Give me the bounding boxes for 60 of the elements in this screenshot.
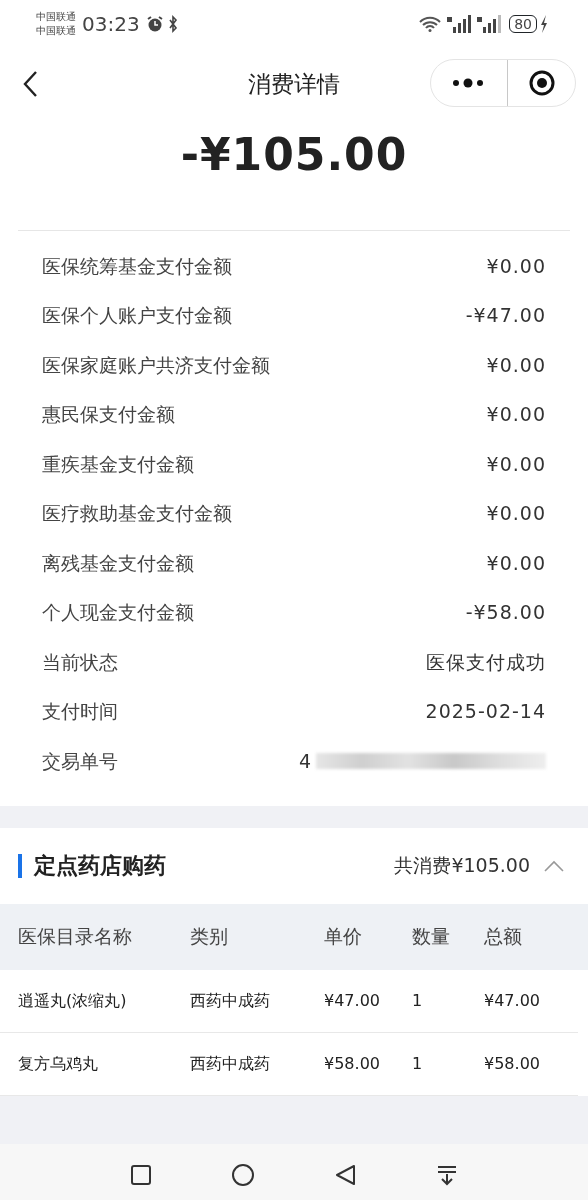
table-cell-text: ¥58.00	[484, 1052, 541, 1075]
table-cell-text: ¥47.00	[324, 989, 381, 1012]
detail-label: 惠民保支付金额	[42, 402, 175, 427]
detail-value: 4	[298, 748, 312, 774]
section-total: 共消费¥105.00	[394, 853, 530, 879]
detail-value: ¥0.00	[486, 253, 546, 279]
table-cell-text: 复方乌鸡丸	[17, 1052, 99, 1075]
total-amount: -¥105.00	[179, 128, 409, 182]
table-cell-text: ¥47.00	[484, 989, 541, 1012]
detail-value: 医保支付成功	[426, 649, 546, 675]
table-cell-text: 逍遥丸(浓缩丸)	[17, 989, 128, 1012]
signal-icon	[477, 15, 502, 33]
carrier-name: 中国联通	[36, 10, 76, 24]
detail-value: ¥0.00	[486, 352, 546, 378]
detail-value: -¥47.00	[465, 303, 546, 328]
charging-icon	[540, 15, 548, 33]
detail-label: 交易单号	[42, 748, 118, 774]
detail-value: ¥0.00	[486, 451, 546, 477]
detail-label: 重疾基金支付金额	[42, 451, 194, 477]
detail-value: ¥0.00	[486, 402, 546, 427]
detail-label: 离残基金支付金额	[42, 550, 194, 576]
recents-icon[interactable]	[130, 1163, 152, 1186]
column-header: 医保目录名称	[17, 924, 133, 950]
clock-time: 03:23	[82, 11, 140, 38]
more-icon[interactable]	[451, 77, 485, 89]
alarm-icon	[145, 15, 164, 33]
detail-label: 医保个人账户支付金额	[42, 303, 232, 328]
column-header: 总额	[484, 924, 523, 950]
page-title: 消费详情	[248, 69, 340, 99]
detail-value: -¥58.00	[465, 600, 546, 625]
table-cell-text: 西药中成药	[190, 1052, 271, 1075]
home-icon[interactable]	[232, 1163, 254, 1186]
detail-label: 当前状态	[42, 649, 118, 675]
battery-level: 80	[509, 15, 537, 33]
detail-label: 医疗救助基金支付金额	[42, 501, 232, 526]
carrier-name: 中国联通	[36, 24, 76, 38]
collapse-caret-icon[interactable]	[544, 859, 564, 872]
table-cell-text: 1	[412, 1052, 424, 1075]
signal-icon	[447, 15, 472, 33]
detail-value: ¥0.00	[486, 501, 546, 526]
section-title: 定点药店购药	[34, 852, 166, 880]
download-menu-icon[interactable]	[436, 1163, 458, 1186]
detail-label: 医保统筹基金支付金额	[42, 253, 232, 279]
detail-label: 医保家庭账户共济支付金额	[42, 352, 270, 378]
table-cell-text: 西药中成药	[190, 989, 271, 1012]
detail-value: 2025-02-14	[425, 699, 546, 724]
table-cell-text: 1	[412, 989, 424, 1012]
close-target-icon[interactable]	[529, 70, 555, 96]
back-icon[interactable]	[22, 70, 38, 98]
column-header: 类别	[190, 924, 229, 950]
detail-label: 个人现金支付金额	[42, 600, 194, 625]
back-triangle-icon[interactable]	[334, 1163, 356, 1186]
detail-value: ¥0.00	[486, 550, 546, 576]
wifi-icon	[419, 16, 442, 32]
bluetooth-icon	[167, 15, 178, 33]
column-header: 单价	[324, 924, 363, 950]
section-accent	[18, 853, 22, 878]
detail-label: 支付时间	[42, 699, 118, 724]
table-cell-text: ¥58.00	[324, 1052, 381, 1075]
column-header: 数量	[412, 924, 451, 950]
